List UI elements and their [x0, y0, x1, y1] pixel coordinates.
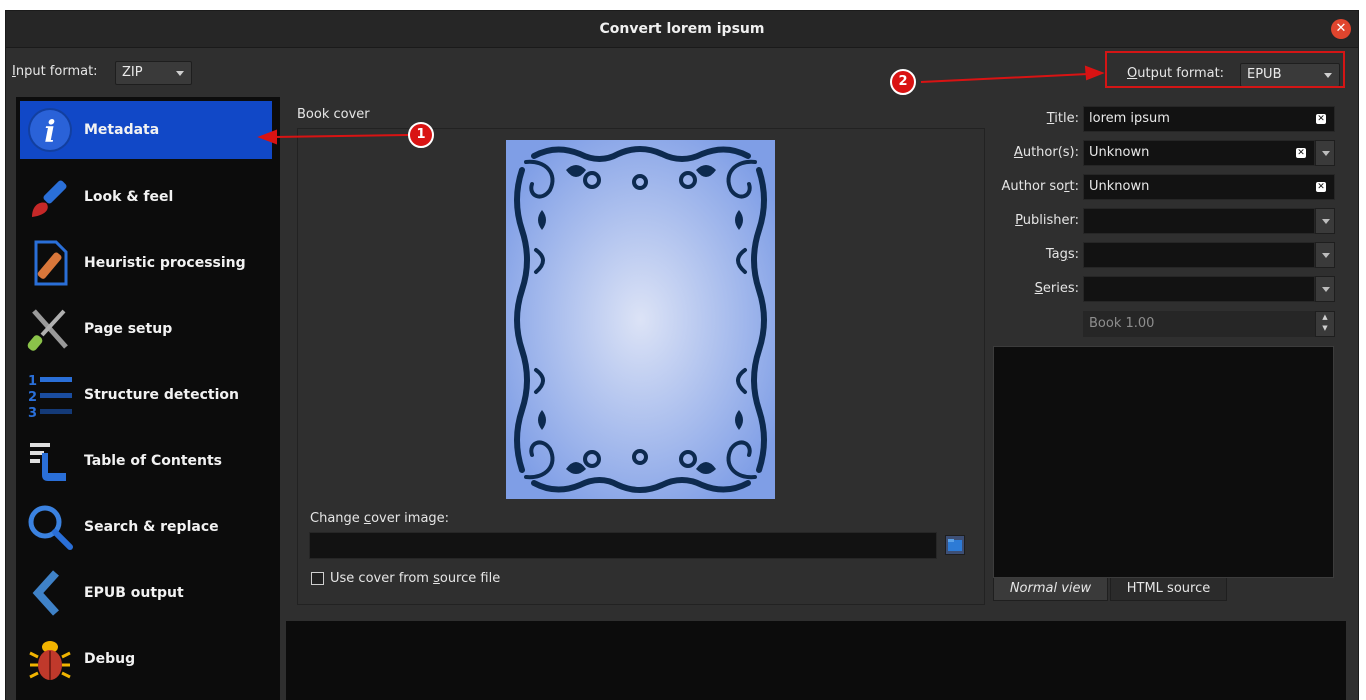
convert-dialog: Convert lorem ipsum ✕ Input format: ZIP … — [5, 10, 1359, 700]
annotation-badge-1: 1 — [408, 122, 434, 148]
annotation-badge-2: 2 — [890, 69, 916, 95]
annotation-arrows — [257, 65, 1105, 145]
